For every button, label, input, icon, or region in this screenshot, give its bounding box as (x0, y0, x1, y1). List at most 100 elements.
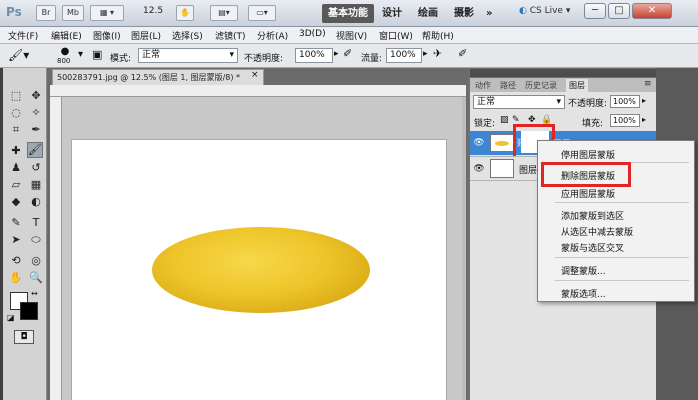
swap-colors-icon[interactable]: ↔ (31, 289, 38, 298)
lock-transparency-icon[interactable]: ▨ (500, 115, 509, 125)
gold-ellipse-shape[interactable] (152, 227, 370, 313)
eraser-tool-icon[interactable]: ▱ (8, 177, 24, 193)
grid-icon: ▦ ▾ (99, 8, 115, 17)
ellipse-tool-icon[interactable]: ⬭ (28, 232, 44, 248)
clone-stamp-tool-icon[interactable]: ♟ (8, 160, 24, 176)
menu-help[interactable]: 帮助(H) (422, 29, 454, 42)
brush-dropdown-icon[interactable]: ▾ (78, 49, 83, 60)
arrange-documents-button[interactable]: ▤▾ (210, 5, 238, 21)
flow-label: 流量: (361, 54, 383, 64)
menu-item-add-mask-to-selection[interactable]: 添加蒙版到选区 (561, 209, 624, 222)
pressure-opacity-icon[interactable]: ✐ (343, 47, 352, 60)
menu-item-apply-mask[interactable]: 应用图层蒙版 (561, 187, 615, 200)
menu-3d[interactable]: 3D(D) (299, 29, 326, 39)
menu-item-subtract-mask-from-selection[interactable]: 从选区中减去蒙版 (561, 225, 633, 238)
menu-select[interactable]: 选择(S) (172, 29, 203, 42)
pen-tool-icon[interactable]: ✎ (8, 215, 24, 231)
view-extras-button[interactable]: ▦ ▾ (90, 5, 124, 21)
workspace-design[interactable]: 设计 (376, 4, 408, 23)
type-tool-icon[interactable]: T (28, 215, 44, 231)
hand-tool-icon[interactable]: ✋ (8, 270, 24, 286)
menu-image[interactable]: 图像(I) (93, 29, 121, 42)
menu-filter[interactable]: 滤镜(T) (215, 29, 246, 42)
menu-item-delete-mask[interactable]: 删除图层蒙版 (561, 169, 615, 182)
mode-select[interactable]: 正常 ▾ (138, 48, 238, 63)
crop-tool-icon[interactable]: ⌗ (8, 122, 24, 138)
menu-item-disable-mask[interactable]: 停用图层蒙版 (561, 148, 615, 161)
bridge-button[interactable]: Br (36, 5, 56, 21)
cs-live-label: CS Live (529, 6, 563, 16)
fill-field[interactable]: 100% (610, 114, 640, 127)
dodge-tool-icon[interactable]: ◐ (28, 194, 44, 210)
eyedropper-tool-icon[interactable]: ✒ (28, 122, 44, 138)
document-tab[interactable]: 500283791.jpg @ 12.5% (图层 1, 图层蒙版/8) * (52, 69, 264, 85)
menu-window[interactable]: 窗口(W) (379, 29, 413, 42)
tab-actions[interactable]: 动作 (472, 79, 494, 92)
workspace-painting[interactable]: 绘画 (412, 4, 444, 23)
flow-dropdown-icon[interactable]: ▸ (423, 49, 428, 59)
menu-item-intersect-mask-with-selection[interactable]: 蒙版与选区交叉 (561, 241, 624, 254)
workspace-essentials[interactable]: 基本功能 (322, 4, 374, 23)
fill-slider-icon[interactable]: ▸ (642, 115, 646, 124)
move-tool-icon[interactable]: ✥ (28, 88, 44, 104)
flow-field[interactable]: 100% (386, 48, 422, 63)
close-document-icon[interactable]: × (251, 70, 259, 80)
menu-edit[interactable]: 编辑(E) (51, 29, 82, 42)
cs-live-button[interactable]: ◐ CS Live ▾ (519, 6, 570, 16)
layer-opacity-slider-icon[interactable]: ▸ (642, 96, 646, 105)
menu-file[interactable]: 文件(F) (8, 29, 38, 42)
3d-orbit-tool-icon[interactable]: ◎ (28, 253, 44, 269)
menu-item-mask-options[interactable]: 蒙版选项... (561, 287, 606, 300)
workspace-photography[interactable]: 摄影 (448, 4, 480, 23)
history-brush-tool-icon[interactable]: ↺ (28, 160, 44, 176)
eye-icon[interactable]: 👁 (472, 136, 486, 150)
document-tab-title: 500283791.jpg @ 12.5% (图层 1, 图层蒙版/8) * (57, 73, 241, 82)
vertical-scrollbar[interactable] (462, 97, 466, 400)
gradient-tool-icon[interactable]: ▦ (28, 177, 44, 193)
eye-icon[interactable]: 👁 (472, 162, 486, 176)
workspace-more[interactable]: » (480, 4, 498, 23)
quick-mask-icon[interactable]: ◘ (14, 330, 34, 344)
lasso-tool-icon[interactable]: ◌ (8, 105, 24, 121)
layer-thumbnail[interactable] (490, 134, 514, 152)
tab-paths[interactable]: 路径 (497, 79, 519, 92)
zoom-tool-icon[interactable]: 🔍 (28, 270, 44, 286)
layer-opacity-field[interactable]: 100% (610, 95, 640, 108)
blur-tool-icon[interactable]: ◆ (8, 194, 24, 210)
background-color-swatch[interactable] (20, 302, 38, 320)
quick-select-tool-icon[interactable]: ✧ (28, 105, 44, 121)
panel-menu-icon[interactable]: ≡ (644, 79, 652, 89)
zoom-level[interactable]: 12.5 (143, 6, 163, 16)
layer-name[interactable]: 图层 (519, 163, 537, 176)
opacity-dropdown-icon[interactable]: ▸ (334, 49, 339, 59)
minibridge-button[interactable]: Mb (62, 5, 84, 21)
menu-item-refine-mask[interactable]: 调整蒙版... (561, 264, 606, 277)
photoshop-logo: Ps (6, 5, 22, 19)
brush-panel-icon[interactable]: ▣ (92, 48, 102, 61)
healing-brush-tool-icon[interactable]: ✚ (8, 143, 24, 159)
layer-thumbnail[interactable] (490, 159, 514, 178)
tab-layers[interactable]: 图层 (566, 79, 588, 92)
minimize-button[interactable]: ─ (584, 3, 606, 19)
maximize-button[interactable]: □ (608, 3, 630, 19)
hand-tool-button[interactable]: ✋ (176, 5, 194, 21)
brush-tool-preset-icon[interactable]: 🖌▾ (8, 48, 29, 62)
marquee-tool-icon[interactable]: ⬚ (8, 88, 24, 104)
brush-tool-icon[interactable]: 🖌 (27, 142, 43, 158)
layer-opacity-label: 不透明度: (568, 99, 608, 109)
tab-history[interactable]: 历史记录 (522, 79, 560, 92)
3d-rotate-tool-icon[interactable]: ⟲ (8, 253, 24, 269)
blend-mode-select[interactable]: 正常 ▾ (473, 95, 565, 109)
panel-header-bar (470, 69, 656, 77)
path-select-tool-icon[interactable]: ➤ (8, 232, 24, 248)
menu-analysis[interactable]: 分析(A) (257, 29, 288, 42)
airbrush-icon[interactable]: ✈ (433, 47, 442, 60)
opacity-field[interactable]: 100% (295, 48, 333, 63)
close-window-button[interactable]: ✕ (632, 3, 672, 19)
menu-separator (555, 280, 689, 281)
pressure-size-icon[interactable]: ✐ (458, 47, 467, 60)
screen-mode-button[interactable]: ▭▾ (248, 5, 276, 21)
default-colors-icon[interactable]: ◪ (7, 313, 15, 322)
menu-layer[interactable]: 图层(L) (131, 29, 161, 42)
menu-view[interactable]: 视图(V) (336, 29, 367, 42)
